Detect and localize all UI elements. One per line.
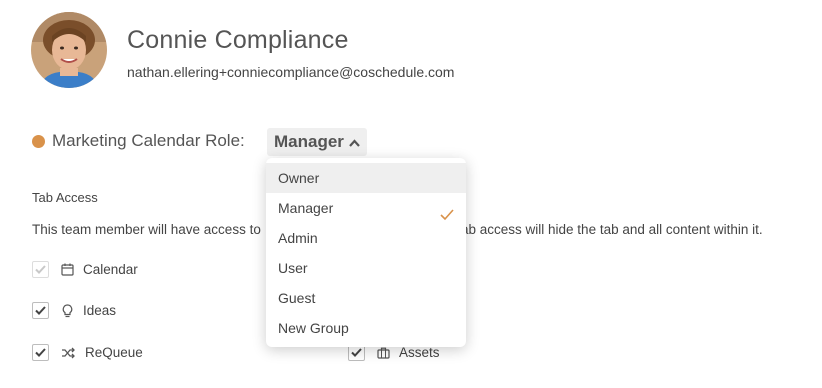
chevron-up-icon <box>349 132 360 152</box>
calendar-icon <box>60 263 74 277</box>
avatar <box>31 12 107 88</box>
user-name: Connie Compliance <box>127 26 349 54</box>
calendar-checkbox[interactable] <box>32 261 49 278</box>
role-option-new-group[interactable]: New Group <box>266 313 466 343</box>
role-label: Marketing Calendar Role: <box>52 131 245 150</box>
role-selected-value: Manager <box>274 132 344 151</box>
role-option-manager[interactable]: Manager <box>266 193 466 223</box>
requeue-checkbox[interactable] <box>32 344 49 361</box>
ideas-label: Ideas <box>83 303 117 318</box>
requeue-label: ReQueue <box>85 345 143 360</box>
ideas-checkbox[interactable] <box>32 302 49 319</box>
role-option-admin[interactable]: Admin <box>266 223 466 253</box>
tab-access-description-left: This team member will have access to <box>32 222 261 237</box>
tab-access-description-right: ab access will hide the tab and all cont… <box>461 222 763 237</box>
user-email: nathan.ellering+conniecompliance@cosched… <box>127 64 455 80</box>
shuffle-icon <box>60 346 76 360</box>
calendar-label: Calendar <box>83 262 138 277</box>
role-option-user[interactable]: User <box>266 253 466 283</box>
lightbulb-icon <box>60 303 74 318</box>
tab-access-heading: Tab Access <box>32 190 98 205</box>
permission-ideas: Ideas <box>32 302 116 319</box>
permission-calendar: Calendar <box>32 261 138 278</box>
role-status-dot <box>32 134 45 148</box>
role-dropdown-button[interactable]: Manager <box>267 128 367 156</box>
role-dropdown-menu: Owner Manager Admin User Guest New Group <box>266 158 466 347</box>
briefcase-icon <box>376 346 390 360</box>
assets-label: Assets <box>399 345 440 360</box>
role-row: Marketing Calendar Role: <box>32 131 245 151</box>
permission-requeue: ReQueue <box>32 344 143 361</box>
role-option-guest[interactable]: Guest <box>266 283 466 313</box>
role-option-owner[interactable]: Owner <box>266 163 466 193</box>
